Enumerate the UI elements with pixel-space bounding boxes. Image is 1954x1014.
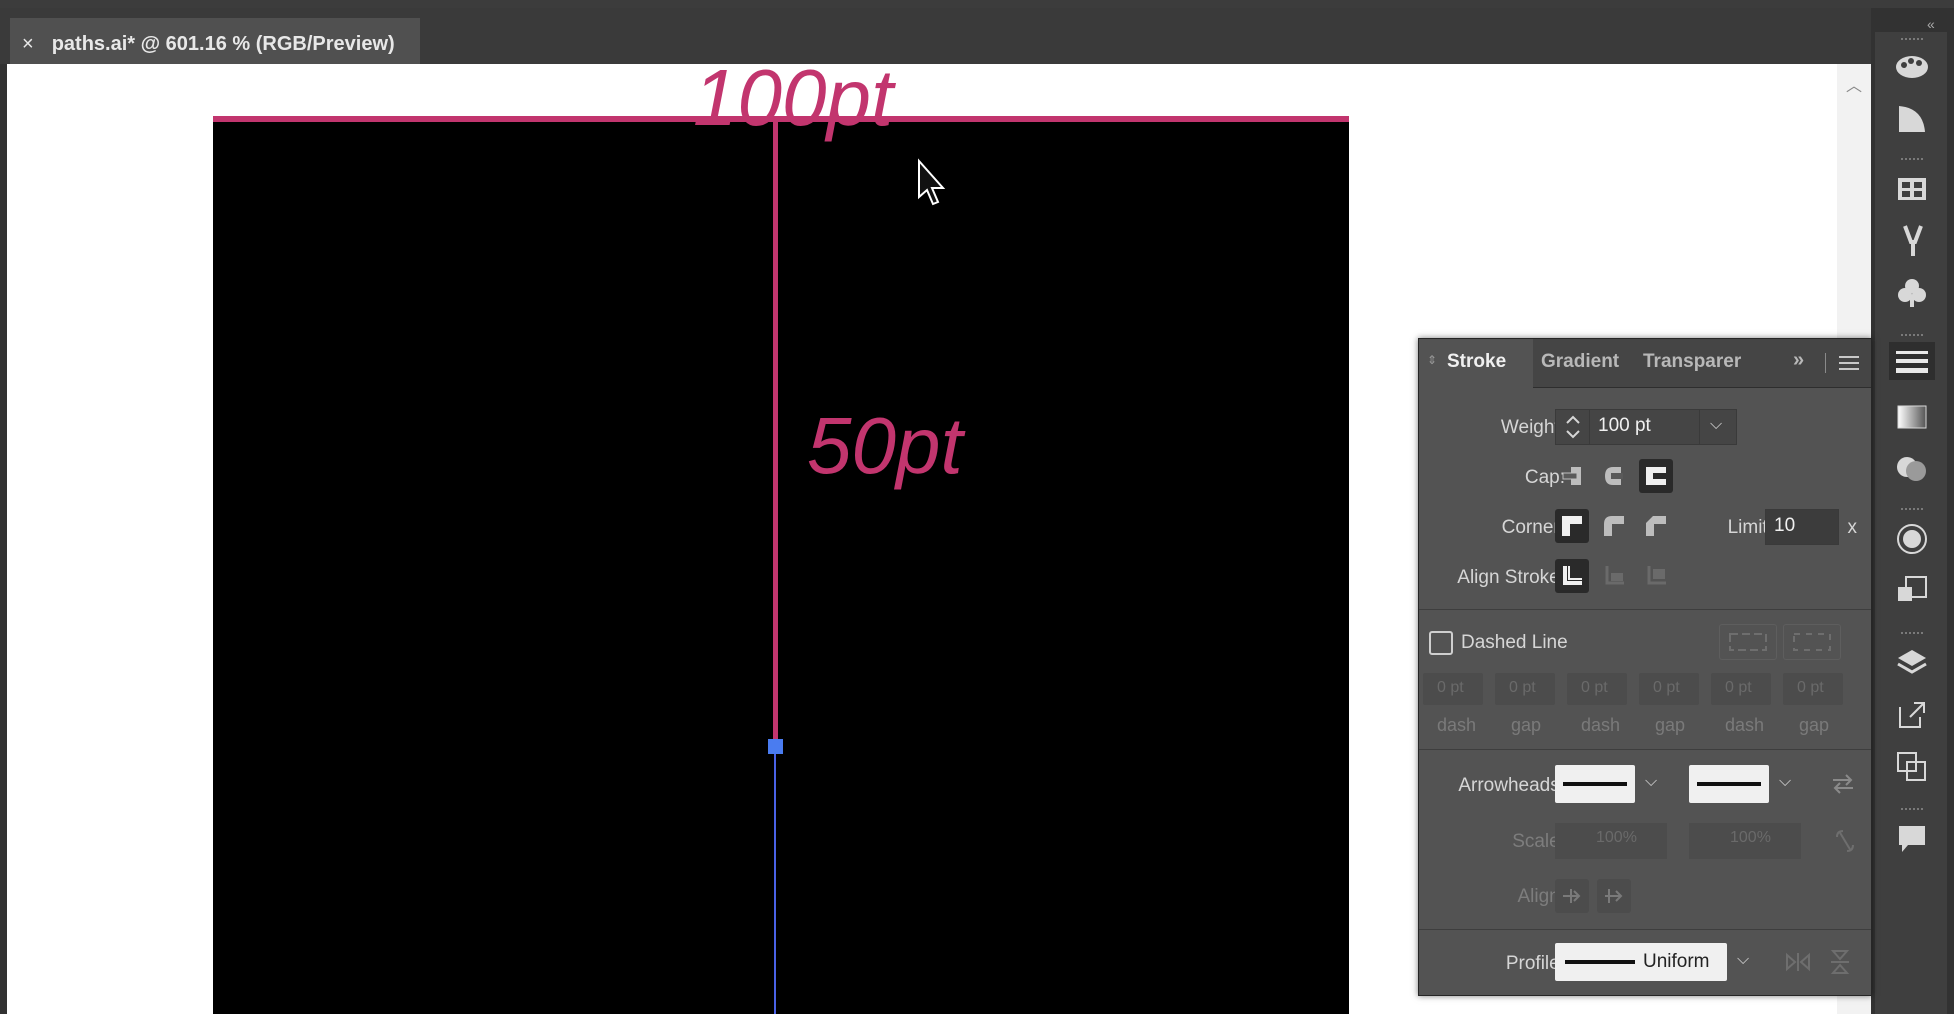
close-tab-icon[interactable]: × xyxy=(22,33,34,56)
swatch-grid-icon[interactable] xyxy=(1893,170,1931,208)
layers-icon[interactable] xyxy=(1893,644,1931,682)
chevron-down-icon[interactable]: ⌵ xyxy=(1737,951,1749,969)
dash-label-1: dash xyxy=(1437,715,1477,735)
document-tab-bar: × paths.ai* @ 601.16 % (RGB/Preview) xyxy=(0,8,1954,70)
section-divider xyxy=(1419,609,1871,610)
projecting-cap-button[interactable] xyxy=(1639,459,1673,493)
tab-gradient[interactable]: Gradient xyxy=(1541,351,1619,373)
dock-grip[interactable] xyxy=(1901,508,1923,514)
chevron-down-icon: ⌵ xyxy=(1710,416,1723,433)
round-cap-button[interactable] xyxy=(1597,459,1631,493)
chevron-down-icon[interactable]: ⌵ xyxy=(1779,773,1791,791)
dashed-line-checkbox[interactable] xyxy=(1429,631,1453,655)
miter-join-button[interactable] xyxy=(1555,509,1589,543)
profile-select[interactable]: Uniform xyxy=(1555,943,1727,981)
start-scale-input[interactable]: 100% xyxy=(1555,823,1667,859)
tab-separator xyxy=(1825,353,1826,373)
palette-icon[interactable] xyxy=(1893,48,1931,86)
dashed-line-label: Dashed Line xyxy=(1461,632,1568,653)
window-top-strip xyxy=(0,0,1954,8)
transparency-icon[interactable] xyxy=(1893,450,1931,488)
panel-overflow-icon[interactable]: » xyxy=(1793,349,1804,372)
chevron-down-icon[interactable]: ⌵ xyxy=(1645,773,1657,791)
document-tab[interactable]: × paths.ai* @ 601.16 % (RGB/Preview) xyxy=(10,18,420,70)
align-stroke-center-button[interactable] xyxy=(1555,559,1589,593)
scale-label: Scale: xyxy=(1512,831,1565,852)
right-panel-dock: « xyxy=(1871,8,1954,1014)
cursor-arrow-icon xyxy=(918,158,946,206)
dash-preserve-button[interactable] xyxy=(1719,624,1777,660)
gradient-icon[interactable] xyxy=(1893,398,1931,436)
limit-input[interactable]: 10 xyxy=(1765,509,1839,545)
dash-field-1[interactable]: 0 pt xyxy=(1423,673,1483,705)
stroke-lines-icon[interactable] xyxy=(1889,342,1935,380)
weight-label: Weight: xyxy=(1500,417,1565,438)
bevel-join-button[interactable] xyxy=(1639,509,1673,543)
artboards-icon[interactable] xyxy=(1893,748,1931,786)
document-tab-title: paths.ai* @ 601.16 % (RGB/Preview) xyxy=(51,32,395,55)
align-stroke-outside-button[interactable] xyxy=(1639,559,1673,593)
limit-label: Limit: xyxy=(1727,517,1773,538)
arrowheads-label: Arrowheads: xyxy=(1458,775,1565,796)
dock-grip[interactable] xyxy=(1901,158,1923,164)
brush-icon[interactable] xyxy=(1893,222,1931,260)
dock-grip[interactable] xyxy=(1901,808,1923,814)
dash-label-2: dash xyxy=(1581,715,1621,735)
end-arrowhead-select[interactable] xyxy=(1689,765,1769,803)
collapse-dock-icon[interactable]: « xyxy=(1927,16,1935,32)
symbol-club-icon[interactable] xyxy=(1893,274,1931,312)
gap-label-2: gap xyxy=(1655,715,1686,735)
end-scale-input[interactable]: 100% xyxy=(1689,823,1801,859)
swap-arrowheads-icon[interactable] xyxy=(1831,773,1855,800)
swatch-wedge-icon[interactable] xyxy=(1893,100,1931,138)
dash-field-2[interactable]: 0 pt xyxy=(1567,673,1627,705)
panel-grip-icon[interactable]: ⇕ xyxy=(1427,353,1437,367)
butt-cap-button[interactable] xyxy=(1555,459,1589,493)
gap-label-3: gap xyxy=(1799,715,1830,735)
weight-input[interactable]: 100 pt xyxy=(1589,409,1701,445)
panel-tab-bar: ⇕ Stroke Gradient Transparer » xyxy=(1419,339,1871,388)
arrow-extend-button[interactable] xyxy=(1555,879,1589,913)
align-stroke-inside-button[interactable] xyxy=(1597,559,1631,593)
section-divider xyxy=(1419,929,1871,930)
vertical-stroke-line[interactable] xyxy=(773,122,778,744)
dash-label-3: dash xyxy=(1725,715,1765,735)
tab-transparency[interactable]: Transparer xyxy=(1643,351,1741,373)
align-label: Align: xyxy=(1517,886,1565,907)
round-join-button[interactable] xyxy=(1597,509,1631,543)
graphic-styles-icon[interactable] xyxy=(1893,572,1931,610)
dock-grip[interactable] xyxy=(1901,38,1923,44)
horizontal-stroke-line[interactable] xyxy=(213,116,1349,122)
arrow-place-button[interactable] xyxy=(1597,879,1631,913)
anchor-point[interactable] xyxy=(768,739,783,754)
export-icon[interactable] xyxy=(1893,696,1931,734)
gap-field-2[interactable]: 0 pt xyxy=(1639,673,1699,705)
scroll-up-icon[interactable]: ︿ xyxy=(1846,72,1862,96)
weight-stepper[interactable] xyxy=(1555,409,1591,445)
dash-field-3[interactable]: 0 pt xyxy=(1711,673,1771,705)
dock-grip[interactable] xyxy=(1901,334,1923,340)
corner-label: Corner: xyxy=(1501,517,1565,538)
dock-grip[interactable] xyxy=(1901,632,1923,638)
tab-stroke[interactable]: Stroke xyxy=(1447,351,1506,373)
flip-across-icon[interactable] xyxy=(1829,949,1851,980)
appearance-icon[interactable] xyxy=(1893,520,1931,558)
gap-label-1: gap xyxy=(1511,715,1542,735)
dash-align-corners-button[interactable] xyxy=(1783,624,1841,660)
align-stroke-label: Align Stroke: xyxy=(1457,567,1565,588)
comments-icon[interactable] xyxy=(1893,820,1931,858)
stroke-panel: ⇕ Stroke Gradient Transparer » Weight: 1… xyxy=(1418,338,1872,996)
flip-along-icon[interactable] xyxy=(1785,951,1811,978)
link-scale-icon[interactable] xyxy=(1833,827,1857,860)
weight-dropdown[interactable]: ⌵ xyxy=(1699,409,1737,445)
gap-field-1[interactable]: 0 pt xyxy=(1495,673,1555,705)
dock-column xyxy=(1875,32,1947,1014)
start-arrowhead-select[interactable] xyxy=(1555,765,1635,803)
limit-unit: x xyxy=(1847,517,1858,538)
cap-label: Cap: xyxy=(1524,467,1565,488)
gap-field-3[interactable]: 0 pt xyxy=(1783,673,1843,705)
section-divider xyxy=(1419,749,1871,750)
panel-menu-icon[interactable] xyxy=(1839,355,1859,376)
profile-label: Profile: xyxy=(1505,953,1565,974)
